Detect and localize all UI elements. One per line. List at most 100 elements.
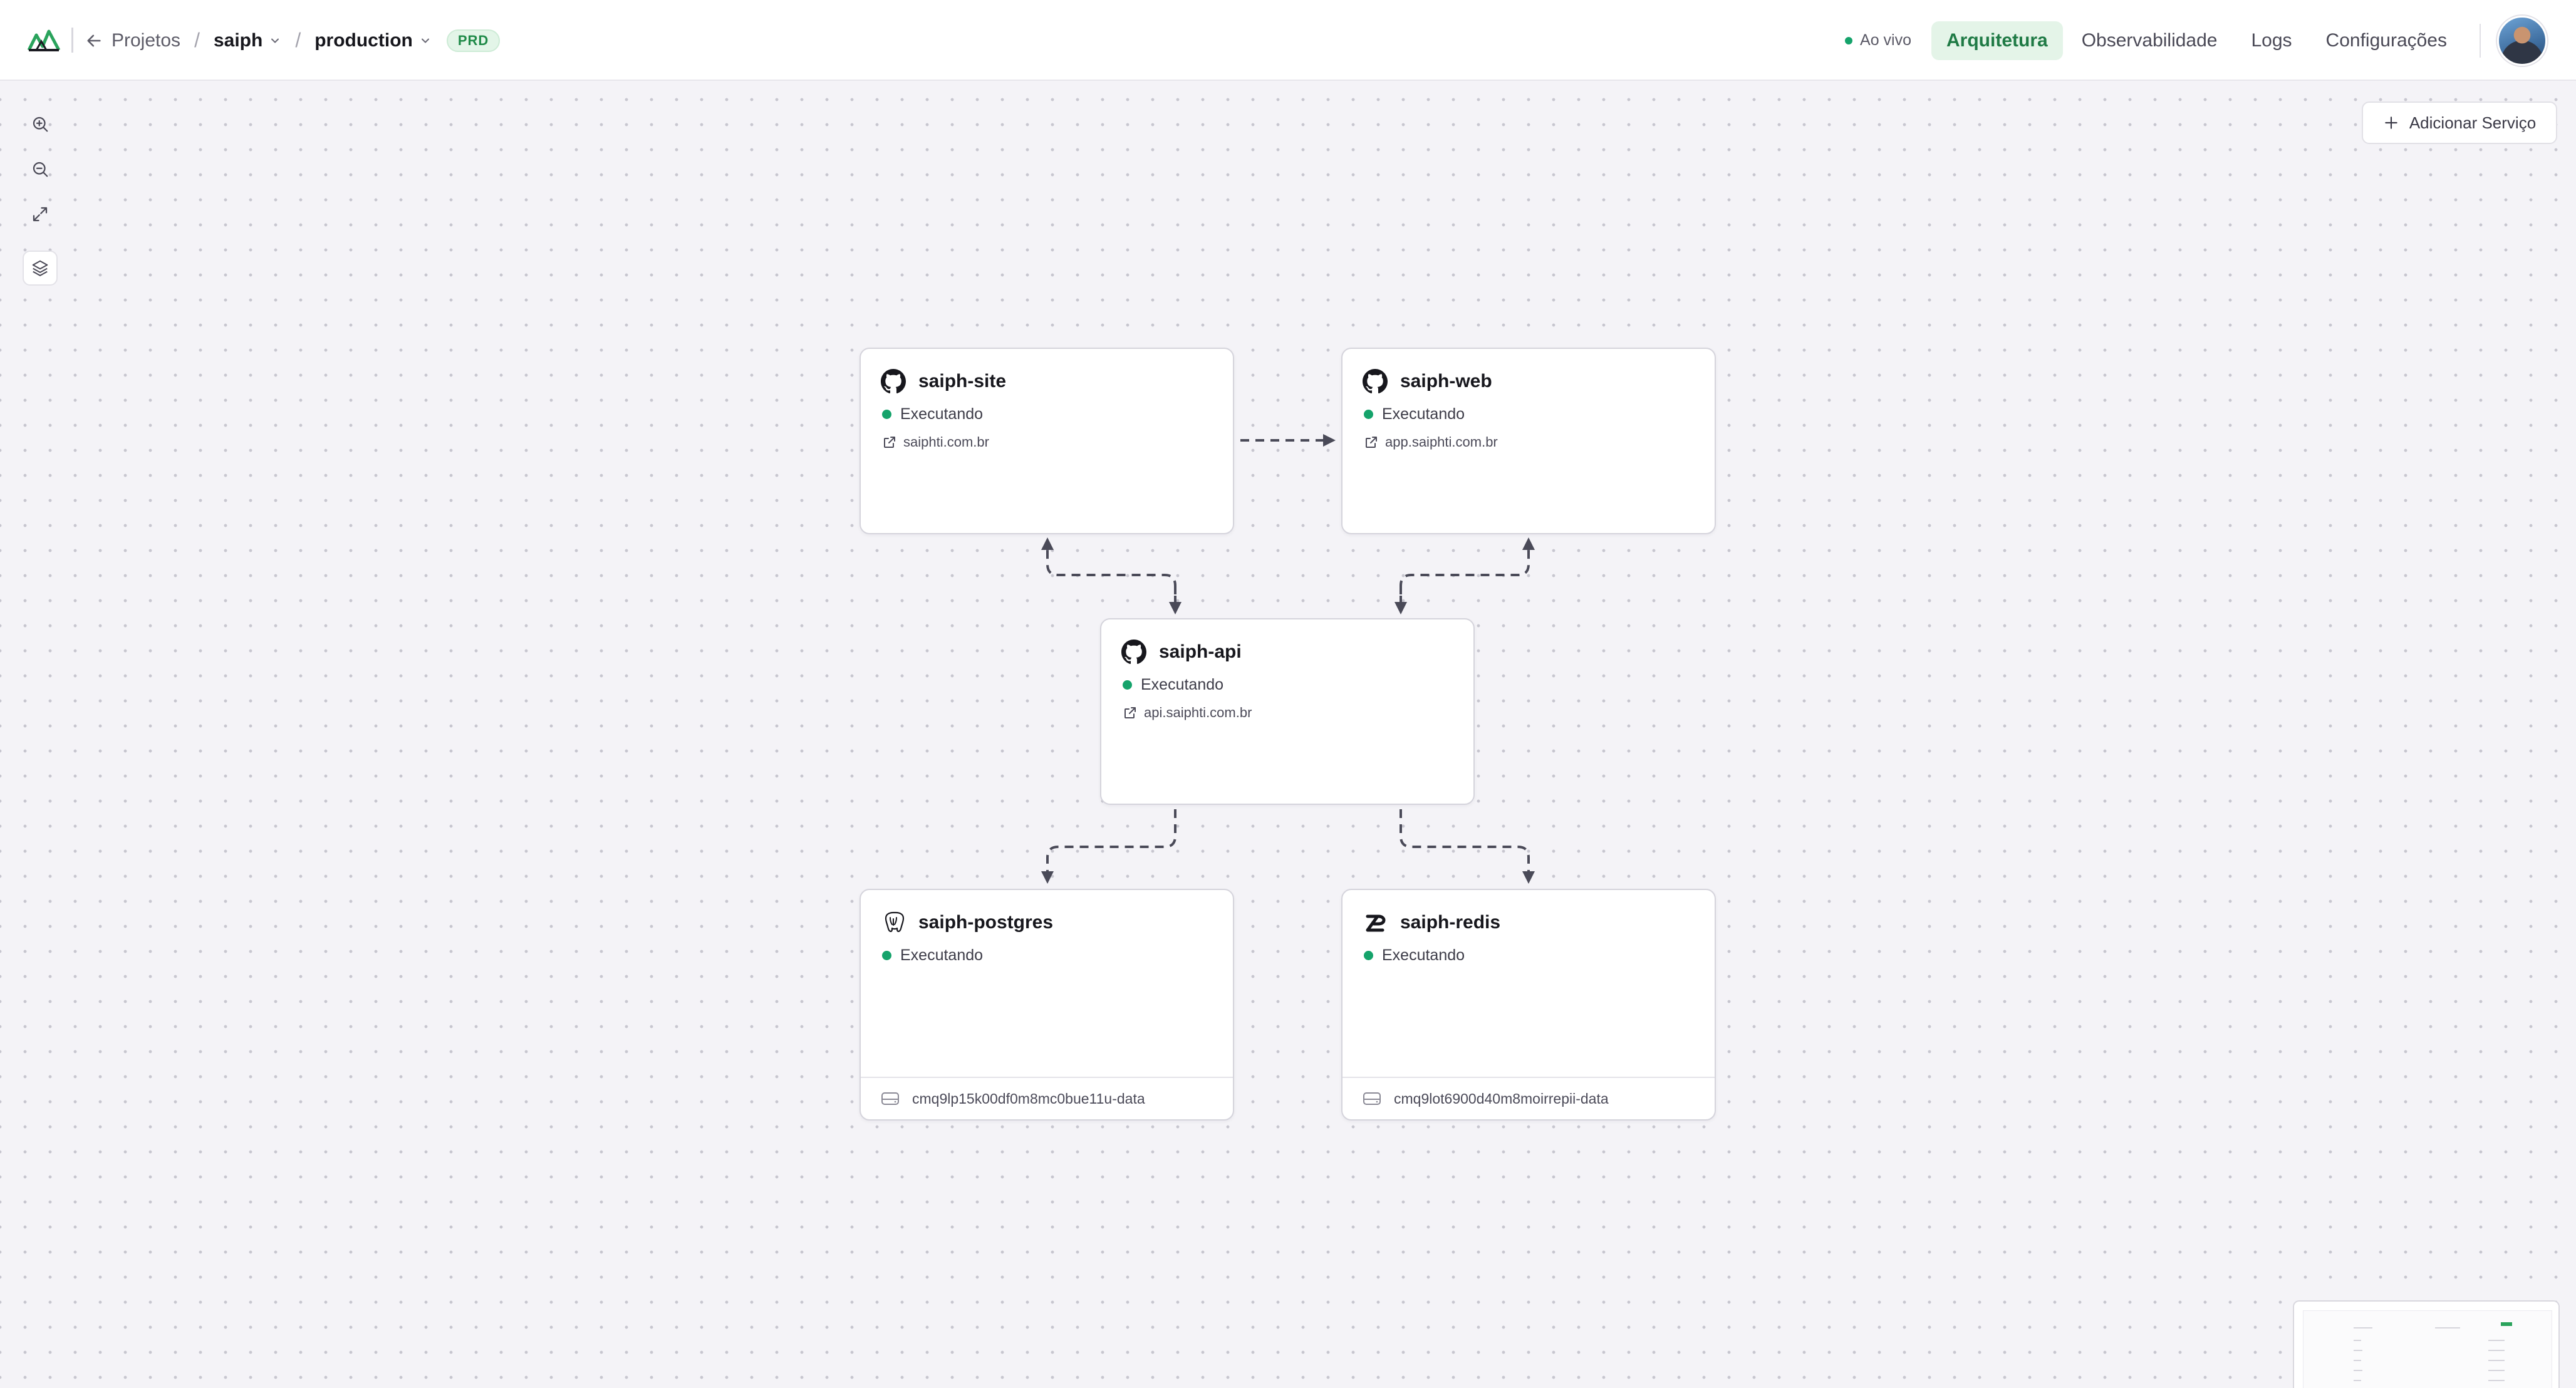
canvas-controls <box>23 106 58 286</box>
minimap-mark <box>2354 1370 2362 1371</box>
minimap-mark <box>2488 1350 2505 1351</box>
fit-view-button[interactable] <box>23 197 58 232</box>
breadcrumb-separator: / <box>295 29 301 51</box>
service-url-link[interactable]: app.saiphti.com.br <box>1364 434 1498 450</box>
service-header: saiph-site <box>881 369 1006 394</box>
minimap-mark <box>2354 1327 2372 1328</box>
back-to-projects-link[interactable]: Projetos <box>85 30 180 51</box>
environment-name: production <box>314 29 413 51</box>
zoom-in-button[interactable] <box>23 106 58 142</box>
breadcrumb: Projetos / saiph / production PRD <box>85 0 501 81</box>
service-card-saiph-api[interactable]: saiph-api Executando api.saiphti.com.br <box>1100 618 1475 805</box>
user-avatar[interactable] <box>2497 15 2547 66</box>
environment-selector[interactable]: production <box>314 30 432 51</box>
github-icon <box>1121 640 1146 665</box>
minimap-viewport <box>2303 1310 2552 1388</box>
canvas-minimap[interactable] <box>2293 1300 2560 1388</box>
minimap-mark <box>2488 1360 2505 1361</box>
breadcrumb-separator: / <box>194 29 200 51</box>
service-status: Executando <box>882 405 983 423</box>
service-name: saiph-site <box>918 371 1007 391</box>
service-card-saiph-postgres[interactable]: saiph-postgres Executando cmq9lp15k00df0… <box>860 889 1234 1121</box>
layers-icon <box>32 260 48 276</box>
chevron-down-icon <box>271 38 279 43</box>
service-header: saiph-api <box>1121 640 1242 665</box>
service-card-saiph-site[interactable]: saiph-site Executando saiphti.com.br <box>860 348 1234 534</box>
service-header: saiph-web <box>1363 369 1492 394</box>
volume-attachment[interactable]: cmq9lot6900d40m8moirrepii-data <box>1343 1077 1715 1119</box>
add-service-button[interactable]: Adicionar Serviço <box>2362 101 2557 144</box>
minimap-mark <box>2488 1370 2505 1371</box>
service-url: app.saiphti.com.br <box>1385 434 1498 450</box>
minimap-mark <box>2488 1340 2505 1341</box>
service-status: Executando <box>882 946 983 965</box>
hard-drive-icon <box>881 1092 899 1105</box>
postgresql-icon <box>885 911 905 933</box>
live-dot-icon <box>1845 36 1853 44</box>
status-label: Executando <box>1382 405 1465 423</box>
status-running-icon <box>882 951 891 960</box>
minimap-mark <box>2354 1340 2361 1341</box>
status-label: Executando <box>900 946 984 964</box>
logo-divider <box>71 28 73 53</box>
live-indicator: Ao vivo <box>1845 31 1911 49</box>
status-running-icon <box>1123 680 1132 690</box>
tab-arquitetura[interactable]: Arquitetura <box>1931 21 2063 60</box>
status-label: Executando <box>1382 946 1465 964</box>
status-running-icon <box>882 410 891 419</box>
status-label: Executando <box>900 405 984 423</box>
chevron-down-icon <box>421 38 429 43</box>
environment-badge: PRD <box>446 29 501 52</box>
service-status: Executando <box>1123 676 1223 694</box>
service-name: saiph-redis <box>1400 912 1501 933</box>
main-nav: Ao vivo Arquitetura Observabilidade Logs… <box>1845 0 2576 81</box>
zoom-out-icon <box>33 162 48 177</box>
volume-name: cmq9lp15k00df0m8mc0bue11u-data <box>912 1090 1145 1107</box>
minimap-mark <box>2488 1380 2505 1381</box>
minimap-mark <box>2354 1360 2361 1361</box>
external-link-icon <box>1366 437 1377 448</box>
volume-attachment[interactable]: cmq9lp15k00df0m8mc0bue11u-data <box>861 1077 1233 1119</box>
external-link-icon <box>1124 707 1136 718</box>
volume-name: cmq9lot6900d40m8moirrepii-data <box>1394 1090 1609 1107</box>
minimap-mark <box>2354 1350 2362 1351</box>
minimap-mark <box>2435 1327 2460 1328</box>
external-link-icon <box>884 437 895 448</box>
plus-icon <box>2385 117 2397 129</box>
live-label: Ao vivo <box>1860 31 1911 49</box>
add-service-label: Adicionar Serviço <box>2409 113 2537 132</box>
zoom-out-button[interactable] <box>23 152 58 187</box>
zoom-in-icon <box>33 117 48 132</box>
nav-divider <box>2480 23 2481 58</box>
service-header: saiph-postgres <box>881 910 1053 935</box>
status-label: Executando <box>1141 676 1224 693</box>
hard-drive-icon <box>1363 1092 1381 1105</box>
service-name: saiph-web <box>1400 371 1492 391</box>
tab-observabilidade[interactable]: Observabilidade <box>2067 21 2233 60</box>
status-running-icon <box>1364 410 1373 419</box>
service-name: saiph-postgres <box>918 912 1054 933</box>
service-card-saiph-redis[interactable]: saiph-redis Executando cmq9lot6900d40m8m… <box>1341 889 1716 1121</box>
arrow-left-icon <box>87 34 101 46</box>
project-name: saiph <box>213 29 263 51</box>
tab-configuracoes[interactable]: Configurações <box>2311 21 2462 60</box>
redis-icon <box>1366 914 1386 932</box>
status-running-icon <box>1364 951 1373 960</box>
github-icon <box>881 369 906 394</box>
github-icon <box>1363 369 1388 394</box>
service-card-saiph-web[interactable]: saiph-web Executando app.saiphti.com.br <box>1341 348 1716 534</box>
layers-button[interactable] <box>23 251 58 286</box>
service-header: saiph-redis <box>1363 910 1500 935</box>
service-status: Executando <box>1364 946 1465 965</box>
service-status: Executando <box>1364 405 1465 423</box>
service-url-link[interactable]: api.saiphti.com.br <box>1123 705 1252 721</box>
project-selector[interactable]: saiph <box>214 30 281 51</box>
fit-view-icon <box>33 207 48 222</box>
service-url: saiphti.com.br <box>903 434 989 450</box>
minimap-mark <box>2354 1380 2361 1381</box>
top-bar: Projetos / saiph / production PRD Ao viv… <box>0 0 2576 81</box>
app-logo-icon[interactable] <box>28 28 60 53</box>
service-url-link[interactable]: saiphti.com.br <box>882 434 989 450</box>
minimap-mark <box>2501 1322 2512 1326</box>
tab-logs[interactable]: Logs <box>2236 21 2307 60</box>
